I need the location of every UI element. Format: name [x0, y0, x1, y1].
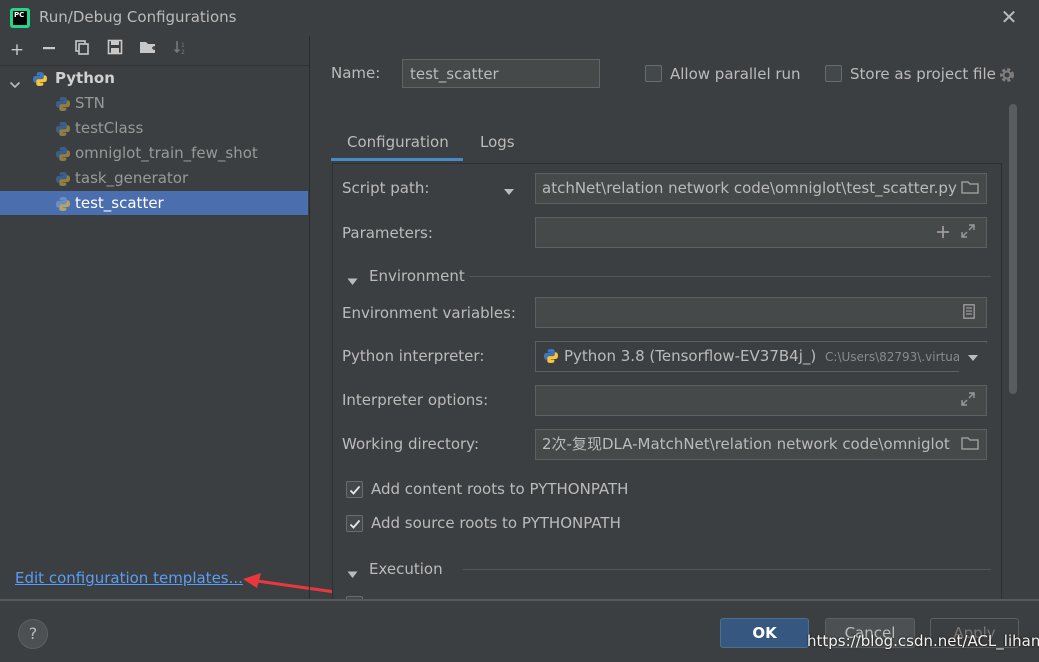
python-file-icon — [56, 172, 70, 186]
svg-text:2: 2 — [181, 49, 185, 55]
tree-item-label: task_generator — [75, 169, 189, 187]
tree-item-label: STN — [75, 94, 105, 112]
working-dir-value: 2次-复现DLA-MatchNet\relation network code\… — [542, 435, 950, 453]
script-path-label: Script path: — [342, 179, 430, 197]
parameters-field[interactable] — [535, 217, 987, 248]
collapse-triangle-icon[interactable] — [347, 272, 358, 290]
gear-icon[interactable] — [998, 66, 1016, 84]
env-vars-field[interactable] — [535, 297, 987, 328]
active-tab-indicator — [331, 158, 463, 161]
ok-button[interactable]: OK — [720, 618, 809, 648]
source-roots-label[interactable]: Add source roots to PYTHONPATH — [371, 514, 621, 532]
interpreter-label: Python interpreter: — [342, 347, 485, 365]
splitter[interactable] — [309, 36, 310, 599]
tree-item-testclass[interactable]: testClass — [0, 116, 308, 140]
tree-item-task-generator[interactable]: task_generator — [0, 166, 308, 190]
script-type-dropdown-icon[interactable] — [503, 182, 515, 200]
expand-icon[interactable] — [961, 224, 975, 242]
folder-icon[interactable] — [961, 436, 979, 455]
sort-icon[interactable]: 12 — [170, 39, 192, 61]
execution-header: Execution — [369, 560, 443, 578]
new-folder-icon[interactable] — [137, 39, 159, 61]
tree-item-stn[interactable]: STN — [0, 91, 308, 115]
tree-item-label: test_scatter — [75, 194, 164, 212]
python-file-icon — [56, 197, 70, 211]
allow-parallel-label[interactable]: Allow parallel run — [670, 65, 801, 83]
folder-icon[interactable] — [961, 180, 979, 199]
source-roots-checkbox[interactable] — [346, 515, 363, 532]
section-divider — [469, 276, 991, 277]
close-button[interactable]: ✕ — [998, 6, 1020, 28]
svg-text:1: 1 — [181, 42, 185, 49]
edit-templates-link[interactable]: Edit configuration templates... — [15, 569, 243, 587]
working-dir-field[interactable]: 2次-复现DLA-MatchNet\relation network code\… — [535, 429, 987, 460]
tree-item-test-scatter[interactable]: test_scatter — [0, 191, 308, 215]
pycharm-logo-icon: PC — [10, 8, 30, 28]
configuration-panel: Script path: atchNet\relation network co… — [332, 163, 1002, 599]
environment-header: Environment — [369, 267, 465, 285]
help-button[interactable]: ? — [18, 619, 48, 649]
tree-item-label: omniglot_train_few_shot — [75, 144, 258, 162]
interpreter-path: C:\Users\82793\.virtuale — [825, 350, 971, 364]
interp-options-label: Interpreter options: — [342, 391, 489, 409]
tab-logs[interactable]: Logs — [480, 130, 515, 164]
tree-group-python[interactable]: Python — [0, 66, 308, 90]
python-icon — [33, 72, 47, 86]
script-path-value: atchNet\relation network code\omniglot\t… — [542, 179, 957, 197]
interpreter-dropdown-button[interactable] — [959, 343, 987, 372]
store-project-checkbox[interactable] — [825, 65, 842, 82]
window-title: Run/Debug Configurations — [39, 8, 237, 26]
tree-item-omniglot-train[interactable]: omniglot_train_few_shot — [0, 141, 308, 165]
interpreter-select[interactable]: Python 3.8 (Tensorflow-EV37B4j_) C:\User… — [535, 341, 987, 372]
section-divider — [463, 569, 991, 570]
python-file-icon — [56, 122, 70, 136]
add-icon[interactable]: + — [6, 39, 28, 61]
python-file-icon — [56, 147, 70, 161]
python-file-icon — [56, 97, 70, 111]
parameters-label: Parameters: — [342, 224, 433, 242]
env-vars-label: Environment variables: — [342, 304, 516, 322]
copy-icon[interactable] — [71, 39, 93, 61]
plus-icon[interactable] — [936, 223, 950, 244]
list-edit-icon[interactable] — [963, 304, 975, 323]
scrollbar-thumb[interactable] — [1009, 104, 1017, 394]
watermark-text: https://blog.csdn.net/ACL_lihan — [807, 632, 1039, 650]
content-roots-label[interactable]: Add content roots to PYTHONPATH — [371, 480, 628, 498]
save-icon[interactable] — [104, 39, 126, 61]
store-project-label[interactable]: Store as project file — [850, 65, 996, 83]
script-path-field[interactable]: atchNet\relation network code\omniglot\t… — [535, 173, 987, 204]
tree-item-label: testClass — [75, 119, 144, 137]
name-input[interactable] — [402, 59, 600, 88]
python-interpreter-icon — [544, 349, 558, 363]
interp-options-field[interactable] — [535, 385, 987, 416]
interpreter-value: Python 3.8 (Tensorflow-EV37B4j_) — [564, 347, 817, 365]
footer-divider — [0, 599, 1039, 601]
allow-parallel-checkbox[interactable] — [645, 65, 662, 82]
expand-icon[interactable] — [961, 392, 975, 410]
remove-icon[interactable] — [38, 39, 60, 61]
collapse-triangle-icon[interactable] — [347, 565, 358, 583]
chevron-down-icon — [968, 355, 978, 361]
name-label: Name: — [331, 64, 381, 82]
working-dir-label: Working directory: — [342, 435, 480, 453]
red-arrow-annotation — [243, 573, 336, 594]
tree-group-label: Python — [55, 69, 115, 87]
content-roots-checkbox[interactable] — [346, 481, 363, 498]
